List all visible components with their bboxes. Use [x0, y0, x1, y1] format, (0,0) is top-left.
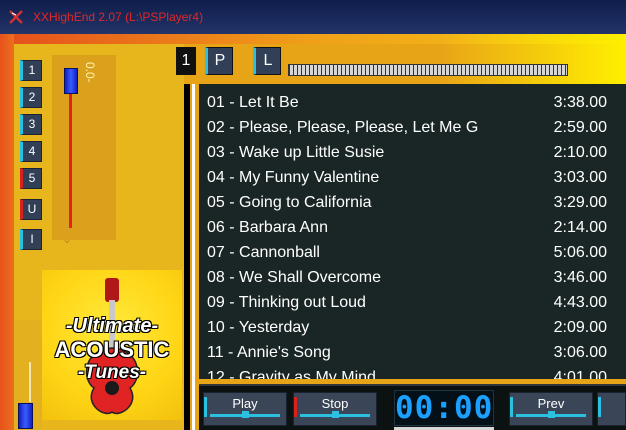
prev-label: Prev — [537, 396, 565, 411]
time-display: 00:00 — [394, 390, 494, 426]
play-label: Play — [232, 396, 258, 411]
track-title: 03 - Wake up Little Susie — [207, 144, 385, 161]
preset-label: 1 — [28, 63, 36, 77]
left-edge-strip — [0, 34, 14, 430]
playlist-divider-line — [192, 84, 195, 430]
preset-label: U — [27, 202, 37, 216]
chevron-down-icon[interactable]: ⌄ — [62, 232, 72, 246]
preset-button-u[interactable]: U — [20, 199, 42, 220]
tab-p[interactable]: P — [205, 47, 233, 75]
play-button[interactable]: Play — [203, 392, 287, 426]
preset-label: 5 — [28, 171, 36, 185]
tab-label: P — [214, 52, 226, 69]
preset-button-5[interactable]: 5 — [20, 168, 42, 189]
header-glow — [440, 34, 626, 84]
list-item[interactable]: 04 - My Funny Valentine 3:03.00 — [207, 165, 622, 190]
preset-label: 4 — [28, 144, 36, 158]
prev-button[interactable]: Prev — [509, 392, 593, 426]
list-item[interactable]: 07 - Cannonball 5:06.00 — [207, 240, 622, 265]
tab-label: 1 — [181, 52, 191, 69]
track-time: 3:03.00 — [553, 169, 607, 186]
preset-label: 2 — [28, 90, 36, 104]
playlist: 01 - Let It Be 3:38.00 02 - Please, Pleas… — [199, 84, 626, 379]
track-time: 3:46.00 — [553, 269, 607, 286]
track-title: 08 - We Shall Overcome — [207, 269, 381, 286]
preset-button-1[interactable]: 1 — [20, 60, 42, 81]
track-time: 2:09.00 — [553, 319, 607, 336]
track-title: 01 - Let It Be — [207, 94, 299, 111]
list-item[interactable]: 06 - Barbara Ann 2:14.00 — [207, 215, 622, 240]
preset-label: I — [30, 232, 34, 246]
album-art: -Ultimate- ACOUSTIC -Tunes- — [42, 270, 182, 420]
secondary-slider-handle[interactable] — [18, 403, 33, 429]
list-item[interactable]: 12 - Gravity as My Mind 4:01.00 — [207, 365, 622, 379]
next-edge — [598, 397, 601, 417]
track-time: 4:43.00 — [553, 294, 607, 311]
album-title-line1: -Ultimate- — [65, 315, 159, 337]
stop-button[interactable]: Stop — [293, 392, 377, 426]
app-logo-icon — [9, 10, 23, 24]
list-item[interactable]: 01 - Let It Be 3:38.00 — [207, 90, 622, 115]
prev-marker — [548, 411, 555, 418]
next-button[interactable] — [597, 392, 626, 426]
track-title: 12 - Gravity as My Mind — [207, 369, 376, 379]
track-time: 3:38.00 — [553, 94, 607, 111]
list-item[interactable]: 10 - Yesterday 2:09.00 — [207, 315, 622, 340]
list-item[interactable]: 03 - Wake up Little Susie 2:10.00 — [207, 140, 622, 165]
title-bar: XXHighEnd 2.07 (L:\PSPlayer4) — [0, 0, 626, 34]
album-title-line3: -Tunes- — [77, 362, 147, 383]
preset-button-i[interactable]: I — [20, 229, 42, 250]
volume-slider-track[interactable] — [69, 78, 72, 228]
track-time: 4:01.00 — [553, 369, 607, 379]
track-time: 3:29.00 — [553, 194, 607, 211]
seek-progress-bar[interactable] — [288, 64, 568, 76]
track-title: 02 - Please, Please, Please, Let Me G — [207, 119, 479, 136]
track-title: 07 - Cannonball — [207, 244, 320, 261]
track-title: 05 - Going to California — [207, 194, 372, 211]
track-time: 2:10.00 — [553, 144, 607, 161]
preset-button-2[interactable]: 2 — [20, 87, 42, 108]
track-title: 10 - Yesterday — [207, 319, 310, 336]
track-time: 2:59.00 — [553, 119, 607, 136]
tab-label: L — [263, 52, 273, 69]
preset-button-4[interactable]: 4 — [20, 141, 42, 162]
list-item[interactable]: 11 - Annie's Song 3:06.00 — [207, 340, 622, 365]
stop-marker — [332, 411, 339, 418]
list-item[interactable]: 08 - We Shall Overcome 3:46.00 — [207, 265, 622, 290]
volume-slider-handle[interactable] — [64, 68, 78, 94]
track-title: 06 - Barbara Ann — [207, 219, 328, 236]
playlist-number-tab[interactable]: 1 — [176, 47, 196, 75]
track-time: 2:14.00 — [553, 219, 607, 236]
volume-readout: 0.0- — [83, 62, 97, 83]
volume-panel — [52, 55, 116, 240]
list-item[interactable]: 02 - Please, Please, Please, Let Me G 2:5… — [207, 115, 622, 140]
window-title: XXHighEnd 2.07 (L:\PSPlayer4) — [33, 10, 204, 24]
track-time: 5:06.00 — [553, 244, 607, 261]
track-title: 11 - Annie's Song — [207, 344, 331, 361]
playlist-divider — [184, 84, 190, 430]
track-title: 04 - My Funny Valentine — [207, 169, 380, 186]
play-marker — [242, 411, 249, 418]
list-item[interactable]: 05 - Going to California 3:29.00 — [207, 190, 622, 215]
stop-label: Stop — [321, 396, 349, 411]
track-title: 09 - Thinking out Loud — [207, 294, 366, 311]
preset-button-3[interactable]: 3 — [20, 114, 42, 135]
secondary-slider-track[interactable] — [29, 362, 31, 402]
preset-label: 3 — [28, 117, 36, 131]
album-title-line2: ACOUSTIC — [54, 337, 170, 362]
track-time: 3:06.00 — [553, 344, 607, 361]
tab-l[interactable]: L — [253, 47, 281, 75]
list-item[interactable]: 09 - Thinking out Loud 4:43.00 — [207, 290, 622, 315]
